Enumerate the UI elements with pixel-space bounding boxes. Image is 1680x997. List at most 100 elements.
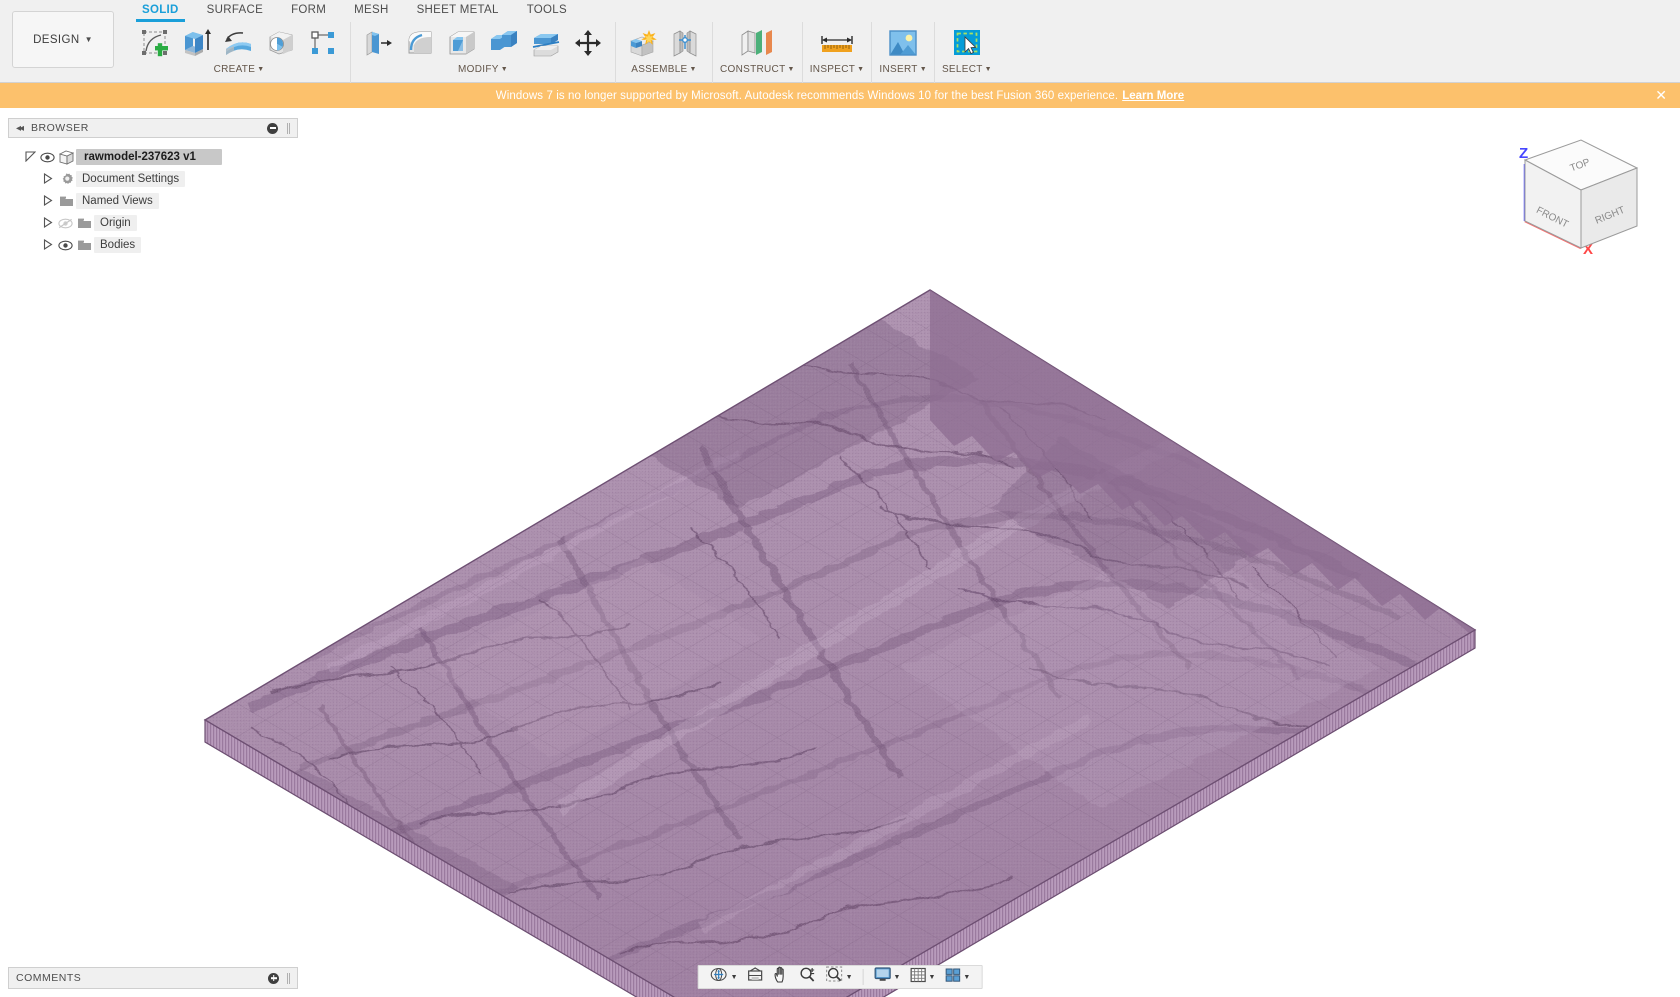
orbit-button[interactable]: ▼ [706,967,742,988]
ribbon-group-modify-label[interactable]: MODIFY ▼ [458,64,508,75]
zoom-window-button[interactable]: ▼ [822,966,857,988]
look-at-button[interactable] [743,967,768,988]
close-icon[interactable]: ✕ [1655,89,1667,103]
extrude-button[interactable] [177,25,217,65]
visibility-eye-icon[interactable] [56,240,74,251]
pan-button[interactable] [769,966,794,988]
tree-node-label[interactable]: Bodies [94,237,142,253]
tab-label: FORM [291,4,327,16]
tree-node-origin[interactable]: Origin [8,212,298,234]
tab-label: SHEET METAL [416,4,499,16]
tree-node-bodies[interactable]: Bodies [8,234,298,256]
tree-node-label[interactable]: Document Settings [76,171,186,187]
tab-form[interactable]: FORM [277,0,340,22]
create-sketch-icon [140,28,170,63]
visibility-eye-off-icon[interactable] [56,218,74,229]
new-component-icon [627,28,659,63]
tree-node-document-settings[interactable]: Document Settings [8,168,298,190]
new-component-button[interactable] [623,25,663,65]
ribbon: DESIGN ▼ SOLID SURFACE FORM MESH SHEET M… [0,0,1680,83]
ribbon-group-inspect-label[interactable]: INSPECT ▼ [810,64,865,75]
press-pull-icon [362,28,394,63]
ribbon-group-modify: MODIFY ▼ [350,22,615,83]
offset-plane-button[interactable] [731,25,783,65]
chevron-down-icon[interactable]: ▼ [928,974,935,981]
tab-mesh[interactable]: MESH [340,0,402,22]
tree-node-label[interactable]: rawmodel-237623 v1 [76,149,222,165]
chevron-down-icon[interactable]: ▼ [894,974,901,981]
grid-snaps-button[interactable]: ▼ [905,967,939,988]
shell-icon [447,28,477,63]
comments-title: COMMENTS [16,972,82,984]
workspace-switcher-label: DESIGN [33,33,80,46]
ribbon-groups: CREATE ▼ MODIFY ▼ ASSEMBLE ▼ CONSTRUCT ▼… [128,22,999,83]
chevron-down-icon[interactable]: ▼ [731,974,738,981]
panel-grip[interactable] [287,122,290,134]
ribbon-group-insert: INSERT ▼ [871,22,934,83]
ribbon-tab-row: SOLID SURFACE FORM MESH SHEET METAL TOOL… [128,0,581,22]
tree-node-named-views[interactable]: Named Views [8,190,298,212]
sweep-button[interactable] [261,25,301,65]
banner-learn-more-link[interactable]: Learn More [1122,90,1184,102]
expand-arrow-icon[interactable] [40,172,56,186]
extrude-icon [181,28,213,63]
chevron-down-icon[interactable]: ▼ [846,974,853,981]
viewports-button[interactable]: ▼ [940,967,974,988]
combine-button[interactable] [484,25,524,65]
display-settings-button[interactable]: ▼ [870,967,905,988]
view-cube[interactable]: Z X TOP FRONT RIGHT [1503,126,1658,258]
tab-tools[interactable]: TOOLS [513,0,581,22]
fillet-icon [405,28,435,63]
chevron-down-icon: ▼ [857,66,865,73]
joint-icon [670,28,700,63]
tab-label: SOLID [142,4,179,16]
revolve-icon [223,28,255,63]
workspace-switcher-button[interactable]: DESIGN ▼ [12,11,114,68]
ribbon-group-create-label[interactable]: CREATE ▼ [214,64,265,75]
create-sketch-button[interactable] [135,25,175,65]
ribbon-group-assemble-label[interactable]: ASSEMBLE ▼ [631,64,697,75]
chevron-down-icon: ▼ [500,66,508,73]
tab-label: MESH [354,4,389,16]
tab-sheet-metal[interactable]: SHEET METAL [403,0,513,22]
ribbon-group-construct-label[interactable]: CONSTRUCT ▼ [720,64,795,75]
expand-arrow-icon[interactable] [22,150,38,164]
expand-arrow-icon[interactable] [40,194,56,208]
pattern-button[interactable] [303,25,343,65]
ribbon-group-select-label[interactable]: SELECT ▼ [942,64,992,75]
split-face-button[interactable] [526,25,566,65]
browser-header: ◂◂ BROWSER [8,118,298,138]
ribbon-group-insert-label[interactable]: INSERT ▼ [879,64,927,75]
gear-icon [56,172,76,187]
tab-surface[interactable]: SURFACE [193,0,277,22]
zoom-button[interactable] [795,967,821,988]
move-copy-button[interactable] [568,25,608,65]
insert-image-button[interactable] [880,25,926,65]
tab-label: TOOLS [526,4,567,16]
collapse-icon[interactable]: ◂◂ [16,123,24,134]
chevron-down-icon[interactable]: ▼ [963,974,970,981]
panel-grip[interactable] [287,972,290,984]
tree-node-label[interactable]: Origin [94,215,137,231]
tree-node-root-component[interactable]: rawmodel-237623 v1 [8,146,298,168]
shell-button[interactable] [442,25,482,65]
component-icon [56,150,76,165]
measure-button[interactable] [813,25,861,65]
expand-arrow-icon[interactable] [40,238,56,252]
add-comment-icon[interactable] [268,972,279,984]
tab-solid[interactable]: SOLID [128,0,193,22]
tree-node-label[interactable]: Named Views [76,193,159,209]
folder-icon [74,239,94,252]
expand-arrow-icon[interactable] [40,216,56,230]
select-window-button[interactable] [944,25,990,65]
joint-button[interactable] [665,25,705,65]
tab-label: SURFACE [206,4,264,16]
press-pull-button[interactable] [358,25,398,65]
combine-icon [488,28,520,63]
fillet-button[interactable] [400,25,440,65]
revolve-button[interactable] [219,25,259,65]
minimize-icon[interactable] [267,122,278,134]
chevron-down-icon: ▼ [84,35,93,44]
ribbon-group-create: CREATE ▼ [128,22,350,83]
visibility-eye-icon[interactable] [38,152,56,163]
